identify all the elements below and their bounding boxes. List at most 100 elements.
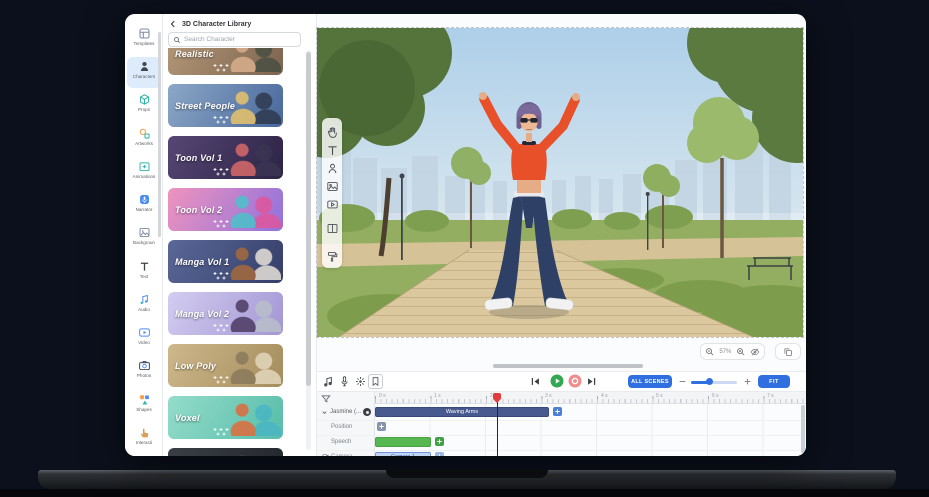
sidebar-item-animations[interactable]: Animations (127, 157, 161, 188)
card-toon-vol-1[interactable]: Toon Vol 1 (168, 136, 283, 179)
canvas-horizontal-scrollbar[interactable] (493, 364, 643, 368)
viewport-toolbar (322, 118, 342, 268)
laptop-shadow (0, 489, 929, 497)
scene-canvas[interactable] (317, 28, 803, 337)
card-manga-vol-2[interactable]: Manga Vol 2 (168, 292, 283, 335)
sparkles-icon (212, 375, 230, 384)
characters-icon (138, 60, 151, 73)
zoom-level: 57% (719, 349, 731, 355)
sparkles-icon (212, 115, 230, 124)
sidebar-item-photos[interactable]: Photos (127, 356, 161, 387)
sidebar: Templates Characters Props Artworks Anim… (125, 14, 163, 456)
add-camera-button[interactable] (435, 452, 444, 456)
clip-waving-arms[interactable]: Waving Arms (375, 407, 549, 417)
music-icon[interactable] (322, 375, 335, 388)
card-manga-vol-1[interactable]: Manga Vol 1 (168, 240, 283, 283)
filter-funnel-icon[interactable] (321, 394, 331, 404)
bookmark-tool[interactable] (368, 374, 383, 389)
ruler-tick-label: 5 s (656, 393, 663, 399)
clip-camera-1[interactable]: Camera 1 (375, 452, 431, 456)
background-image-icon (138, 226, 151, 239)
sidebar-item-text[interactable]: Text (127, 257, 161, 288)
fit-button[interactable]: FIT (758, 375, 790, 388)
ruler-tick-label: 1 s (434, 393, 441, 399)
ruler-tick-label: 6 s (712, 393, 719, 399)
text-icon (138, 260, 151, 273)
video-tool-icon[interactable] (326, 198, 339, 211)
camera-track-icon (322, 453, 329, 456)
sidebar-item-narrator[interactable]: Narrator (127, 190, 161, 221)
sidebar-scrollbar[interactable] (158, 32, 161, 237)
card-low-poly[interactable]: Low Poly (168, 344, 283, 387)
zoom-timeline-plus-icon[interactable] (743, 377, 752, 386)
all-scenes-button[interactable]: ALL SCENES (628, 375, 672, 388)
sidebar-item-templates[interactable]: Templates (127, 24, 161, 55)
sidebar-item-artworks[interactable]: Artworks (127, 124, 161, 155)
track-badge-icon[interactable] (363, 408, 371, 416)
character-tool-icon[interactable] (326, 162, 339, 175)
split-view-icon[interactable] (326, 222, 339, 235)
sparkles-icon (212, 271, 230, 280)
track-name-camera[interactable]: Camera (331, 454, 352, 456)
add-animation-button[interactable] (553, 407, 562, 416)
hide-helpers-eye-icon[interactable] (750, 347, 760, 357)
search-icon (173, 36, 181, 44)
zoom-in-icon[interactable] (736, 347, 746, 357)
sidebar-item-audio[interactable]: Audio (127, 290, 161, 321)
card-partial[interactable] (168, 448, 283, 456)
sidebar-item-video[interactable]: Video (127, 323, 161, 354)
chevron-down-icon[interactable] (321, 409, 328, 416)
add-position-button[interactable] (377, 422, 386, 431)
pan-hand-icon[interactable] (326, 126, 339, 139)
park-scene (317, 28, 803, 337)
microphone-icon[interactable] (338, 375, 351, 388)
sidebar-item-shapes[interactable]: Shapes (127, 390, 161, 421)
track-name-jasmine[interactable]: Jasmine (... (330, 409, 361, 415)
timeline-zoom-slider-handle[interactable] (706, 378, 713, 385)
row-separator (317, 420, 806, 421)
artworks-icon (138, 127, 151, 140)
video-icon (138, 326, 151, 339)
card-realistic[interactable]: Realistic (168, 48, 283, 75)
record-button-icon[interactable] (568, 374, 582, 388)
track-name-speech[interactable]: Speech (331, 439, 351, 445)
plus-icon (554, 408, 561, 415)
panel-header: 3D Character Library (168, 17, 308, 31)
sidebar-item-background[interactable]: Backgroun (127, 223, 161, 254)
play-button-icon[interactable] (550, 374, 564, 388)
text-tool-icon[interactable] (326, 144, 339, 157)
duplicate-box[interactable] (775, 343, 801, 360)
timeline-vertical-scrollbar[interactable] (801, 405, 805, 453)
clip-speech[interactable] (375, 437, 431, 447)
track-name-position[interactable]: Position (331, 424, 352, 430)
skip-to-end-icon[interactable] (586, 376, 597, 387)
add-speech-button[interactable] (435, 437, 444, 446)
paint-roller-icon[interactable] (326, 250, 339, 263)
sparkles-icon (212, 167, 230, 176)
plus-icon (436, 438, 443, 445)
character-card-list: Realistic Street People Toon Vol 1 Toon … (168, 48, 288, 456)
panel-scrollbar-thumb[interactable] (306, 52, 311, 386)
search-input[interactable] (184, 36, 294, 43)
panel-title: 3D Character Library (182, 21, 251, 28)
zoom-timeline-minus-icon[interactable] (678, 377, 687, 386)
sidebar-item-interact[interactable]: Interacti (127, 423, 161, 454)
ruler-tick-label: 4 s (601, 393, 608, 399)
sparkles-icon (212, 63, 230, 72)
skip-to-start-icon[interactable] (530, 376, 541, 387)
plus-icon (378, 423, 385, 430)
ruler-tick-label: 0 s (379, 393, 386, 399)
sidebar-item-characters[interactable]: Characters (127, 57, 161, 88)
image-tool-icon[interactable] (326, 180, 339, 193)
card-voxel[interactable]: Voxel (168, 396, 283, 439)
playhead-handle[interactable] (493, 393, 501, 400)
back-chevron-icon[interactable] (168, 19, 178, 29)
zoom-out-icon[interactable] (705, 347, 715, 357)
app-window: Templates Characters Props Artworks Anim… (125, 14, 806, 456)
effects-flare-icon[interactable] (354, 375, 367, 388)
card-toon-vol-2[interactable]: Toon Vol 2 (168, 188, 283, 231)
card-street-people[interactable]: Street People (168, 84, 283, 127)
sidebar-item-props[interactable]: Props (127, 90, 161, 121)
search-box[interactable] (168, 32, 301, 47)
interact-hand-icon (138, 426, 151, 439)
